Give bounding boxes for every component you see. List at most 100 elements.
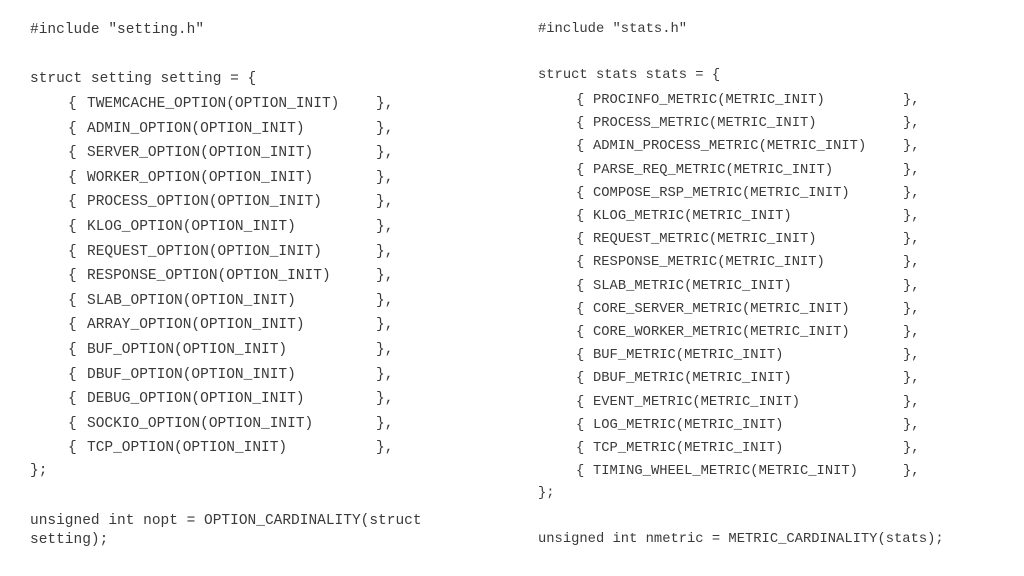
open-brace: {	[576, 209, 585, 224]
close-brace: },	[903, 116, 920, 132]
open-brace: {	[68, 268, 77, 285]
open-brace: {	[576, 116, 585, 132]
option-macro: ADMIN_OPTION(OPTION_INIT)	[87, 120, 305, 137]
open-brace: {	[68, 366, 77, 383]
option-macro: DBUF_OPTION(OPTION_INIT)	[87, 366, 296, 383]
close-brace: },	[376, 120, 394, 137]
close-brace: },	[903, 325, 920, 340]
option-macro: ARRAY_OPTION(OPTION_INIT)	[87, 317, 305, 334]
open-brace: {	[576, 139, 585, 155]
metric-macro: COMPOSE_RSP_METRIC(METRIC_INIT)	[593, 185, 850, 201]
include-setting-line: #include "setting.h"	[30, 22, 205, 38]
metric-macro: RESPONSE_METRIC(METRIC_INIT)	[593, 255, 825, 271]
close-brace: },	[376, 169, 394, 186]
metric-macro: PARSE_REQ_METRIC(METRIC_INIT)	[593, 162, 834, 178]
open-brace: {	[68, 145, 77, 162]
open-brace: {	[576, 162, 585, 178]
open-brace: {	[576, 325, 585, 340]
open-brace: {	[576, 232, 585, 248]
option-macro: SOCKIO_OPTION(OPTION_INIT)	[87, 415, 314, 432]
open-brace: {	[68, 120, 77, 137]
close-brace: },	[376, 317, 394, 334]
open-brace: {	[576, 441, 585, 456]
option-macro: WORKER_OPTION(OPTION_INIT)	[87, 169, 314, 186]
close-brace: },	[903, 301, 920, 317]
open-brace: {	[576, 301, 585, 317]
close-brace: },	[903, 278, 920, 294]
struct-setting-close-line: };	[30, 463, 48, 479]
open-brace: {	[576, 371, 585, 387]
close-brace: },	[376, 342, 394, 358]
open-brace: {	[576, 93, 585, 108]
open-brace: {	[576, 278, 585, 294]
option-macro: TWEMCACHE_OPTION(OPTION_INIT)	[87, 96, 340, 112]
struct-setting-open-line: struct setting setting = {	[30, 71, 257, 87]
metric-macro: SLAB_METRIC(METRIC_INIT)	[593, 278, 792, 294]
metric-macro: KLOG_METRIC(METRIC_INIT)	[593, 209, 792, 224]
close-brace: },	[376, 194, 394, 211]
open-brace: {	[68, 243, 77, 260]
open-brace: {	[576, 417, 585, 433]
metric-macro: PROCINFO_METRIC(METRIC_INIT)	[593, 93, 825, 108]
option-macro: DEBUG_OPTION(OPTION_INIT)	[87, 391, 305, 408]
open-brace: {	[576, 255, 585, 271]
metric-macro: LOG_METRIC(METRIC_INIT)	[593, 417, 784, 433]
open-brace: {	[576, 394, 585, 410]
close-brace: },	[376, 145, 394, 162]
close-brace: },	[903, 394, 920, 410]
metric-macro: ADMIN_PROCESS_METRIC(METRIC_INIT)	[593, 139, 867, 155]
nopt-line-1: unsigned int nopt = OPTION_CARDINALITY(s…	[30, 513, 422, 529]
open-brace: {	[68, 440, 77, 457]
close-brace: },	[376, 219, 394, 235]
metric-macro: BUF_METRIC(METRIC_INIT)	[593, 348, 784, 364]
include-stats-line: #include "stats.h"	[538, 22, 688, 37]
metric-macro: EVENT_METRIC(METRIC_INIT)	[593, 394, 800, 410]
option-macro: BUF_OPTION(OPTION_INIT)	[87, 342, 288, 358]
open-brace: {	[576, 464, 585, 480]
close-brace: },	[903, 185, 920, 201]
struct-stats-close-line: };	[538, 486, 555, 501]
option-macro: REQUEST_OPTION(OPTION_INIT)	[87, 243, 322, 260]
close-brace: },	[376, 366, 394, 383]
close-brace: },	[376, 440, 394, 457]
close-brace: },	[376, 96, 394, 112]
open-brace: {	[68, 219, 77, 235]
close-brace: },	[903, 232, 920, 248]
open-brace: {	[68, 317, 77, 334]
option-macro: SERVER_OPTION(OPTION_INIT)	[87, 145, 314, 162]
open-brace: {	[576, 185, 585, 201]
close-brace: },	[903, 441, 920, 456]
close-brace: },	[903, 162, 920, 178]
open-brace: {	[68, 342, 77, 358]
close-brace: },	[376, 243, 394, 260]
metric-macro: CORE_WORKER_METRIC(METRIC_INIT)	[593, 325, 850, 340]
open-brace: {	[68, 292, 77, 309]
open-brace: {	[576, 348, 585, 364]
close-brace: },	[903, 464, 920, 480]
close-brace: },	[903, 255, 920, 271]
close-brace: },	[376, 292, 394, 309]
open-brace: {	[68, 96, 77, 112]
close-brace: },	[376, 268, 394, 285]
metric-macro: TIMING_WHEEL_METRIC(METRIC_INIT)	[593, 464, 858, 480]
metric-macro: TCP_METRIC(METRIC_INIT)	[593, 441, 784, 456]
option-macro: SLAB_OPTION(OPTION_INIT)	[87, 292, 296, 309]
open-brace: {	[68, 415, 77, 432]
close-brace: },	[903, 139, 920, 155]
close-brace: },	[903, 209, 920, 224]
close-brace: },	[903, 348, 920, 364]
option-macro: RESPONSE_OPTION(OPTION_INIT)	[87, 268, 331, 285]
close-brace: },	[903, 417, 920, 433]
metric-macro: CORE_SERVER_METRIC(METRIC_INIT)	[593, 301, 850, 317]
metric-macro: DBUF_METRIC(METRIC_INIT)	[593, 371, 792, 387]
metric-macro: PROCESS_METRIC(METRIC_INIT)	[593, 116, 817, 132]
option-macro: PROCESS_OPTION(OPTION_INIT)	[87, 194, 322, 211]
close-brace: },	[376, 415, 394, 432]
nmetric-line: unsigned int nmetric = METRIC_CARDINALIT…	[538, 532, 944, 547]
close-brace: },	[903, 93, 920, 108]
close-brace: },	[376, 391, 394, 408]
option-macro: KLOG_OPTION(OPTION_INIT)	[87, 219, 296, 235]
close-brace: },	[903, 371, 920, 387]
metric-macro: REQUEST_METRIC(METRIC_INIT)	[593, 232, 817, 248]
open-brace: {	[68, 194, 77, 211]
